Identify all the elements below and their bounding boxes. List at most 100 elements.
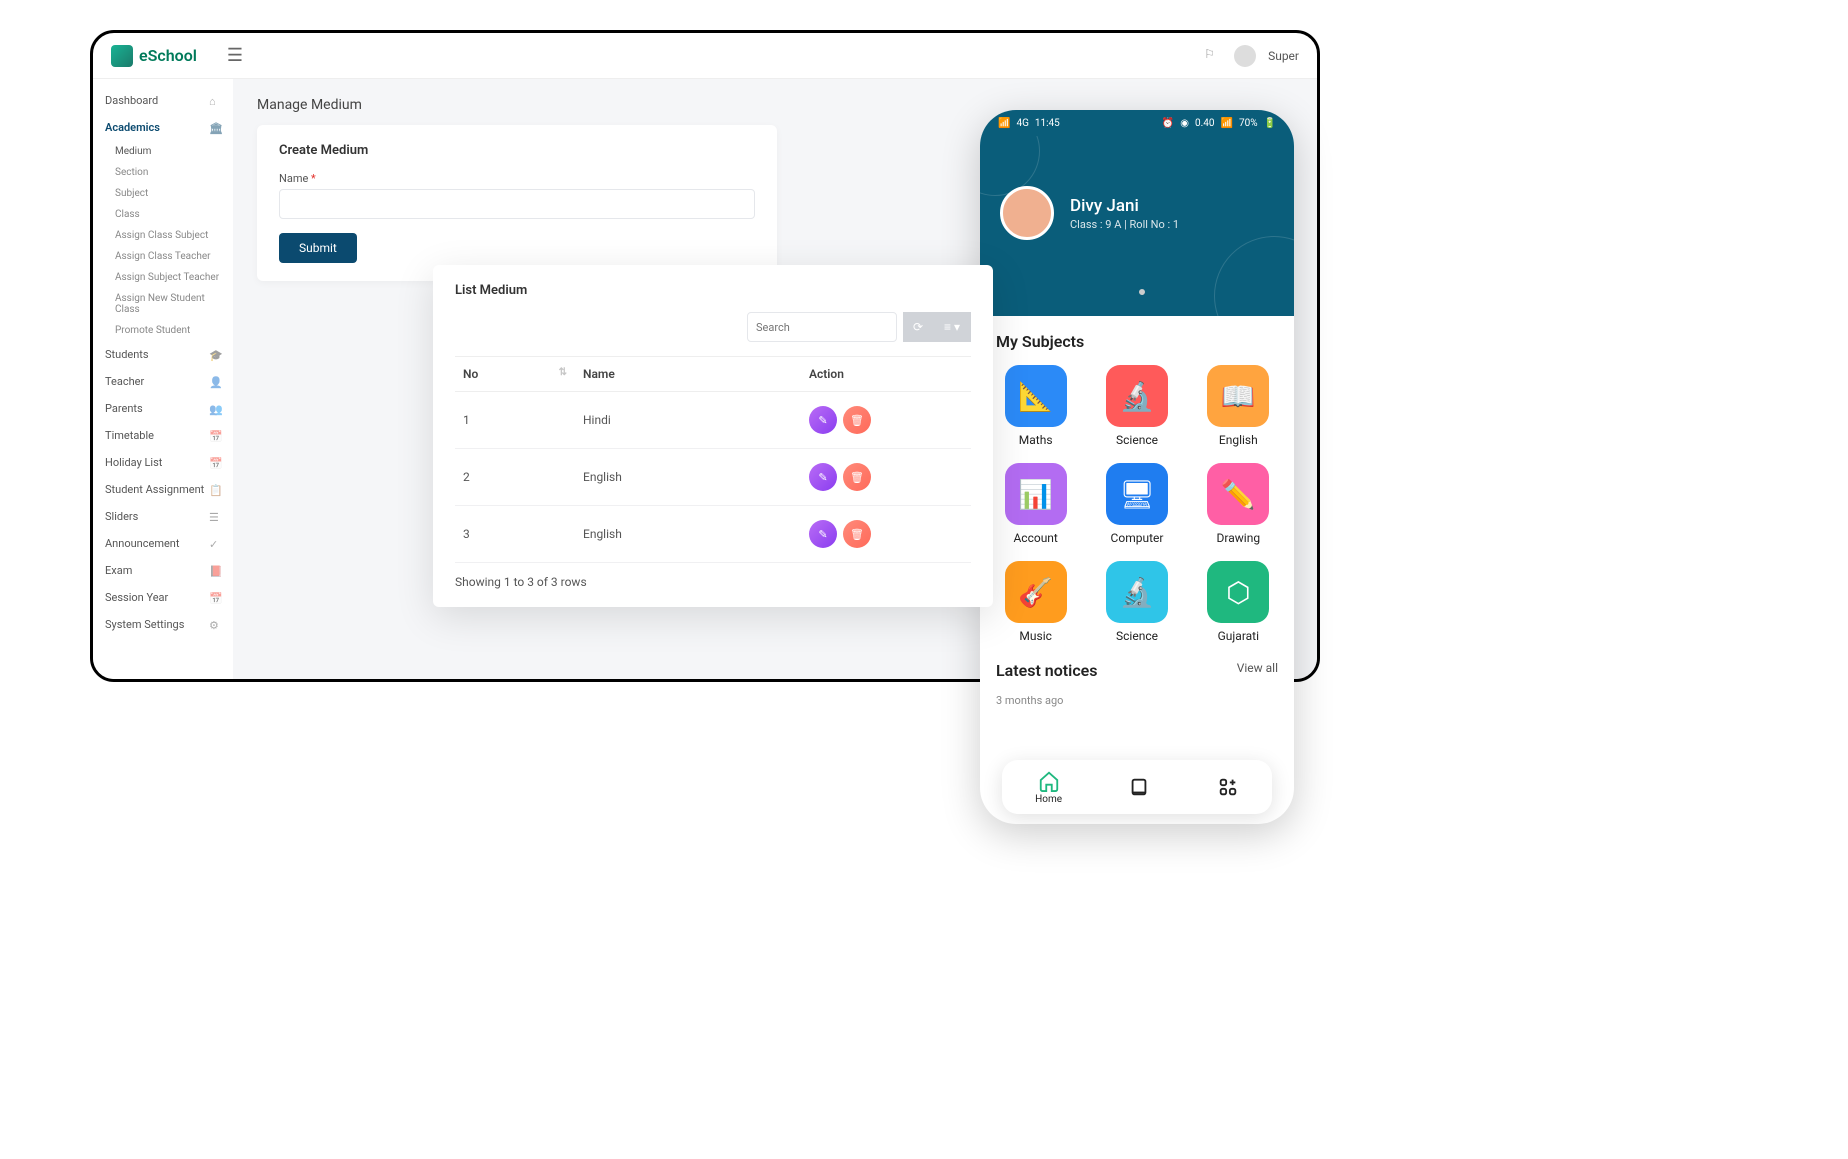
edit-button[interactable]: ✎ — [809, 406, 837, 434]
nav-icon: 👤 — [209, 376, 221, 388]
nav-icon: 📕 — [209, 565, 221, 577]
nav-icon: 📅 — [209, 457, 221, 469]
volte-icon: ◉ — [1180, 118, 1189, 129]
subject-tile[interactable]: 🔬Science — [1097, 561, 1176, 643]
building-icon: 🏛 — [209, 122, 221, 134]
grid-plus-icon — [1217, 776, 1239, 798]
sidebar-item[interactable]: Announcement✓ — [93, 530, 233, 557]
sidebar-sub-item[interactable]: Assign Class Teacher — [93, 246, 233, 267]
subject-tile[interactable]: 🎸Music — [996, 561, 1075, 643]
subject-label: Music — [1019, 629, 1051, 643]
sidebar-sub-item[interactable]: Assign Class Subject — [93, 225, 233, 246]
user-name: Super — [1268, 49, 1299, 63]
bottom-nav: Home — [1002, 760, 1272, 814]
sidebar-item-dashboard[interactable]: Dashboard ⌂ — [93, 87, 233, 114]
book-icon — [1128, 776, 1150, 798]
profile-meta: Class : 9 A | Roll No : 1 — [1070, 218, 1179, 231]
subject-tile[interactable]: ⬡Gujarati — [1199, 561, 1278, 643]
brand: eSchool — [111, 45, 197, 67]
mobile-status-bar: 📶 4G 11:45 ⏰ ◉ 0.40 📶 70% 🔋 — [980, 110, 1294, 136]
submit-button[interactable]: Submit — [279, 233, 357, 263]
nav-icon: 🎓 — [209, 349, 221, 361]
nav-apps[interactable] — [1217, 776, 1239, 798]
profile-avatar[interactable] — [1000, 186, 1054, 240]
sidebar-item[interactable]: Holiday List📅 — [93, 449, 233, 476]
sidebar-label: Dashboard — [105, 94, 158, 107]
sidebar-sub-item[interactable]: Subject — [93, 183, 233, 204]
nav-library[interactable] — [1128, 776, 1150, 798]
home-icon: ⌂ — [209, 95, 221, 107]
delete-button[interactable]: 🗑 — [843, 463, 871, 491]
sidebar-sub-item[interactable]: Assign New Student Class — [93, 288, 233, 320]
subject-label: Gujarati — [1218, 629, 1259, 643]
sidebar-sub-item[interactable]: Medium — [93, 141, 233, 162]
name-input[interactable] — [279, 189, 755, 219]
subject-icon: 📐 — [1005, 365, 1067, 427]
network-4g: 4G — [1016, 118, 1028, 129]
subject-label: English — [1219, 433, 1258, 447]
subject-label: Science — [1116, 433, 1158, 447]
home-icon — [1038, 770, 1060, 792]
sidebar-item[interactable]: System Settings⚙ — [93, 611, 233, 638]
delete-button[interactable]: 🗑 — [843, 520, 871, 548]
wifi-icon: 📶 — [1221, 118, 1233, 129]
sidebar-item[interactable]: Session Year📅 — [93, 584, 233, 611]
flag-icon[interactable]: ⚐ — [1204, 47, 1222, 65]
subject-tile[interactable]: ✏️Drawing — [1199, 463, 1278, 545]
nav-home[interactable]: Home — [1035, 770, 1062, 805]
subject-tile[interactable]: 📊 Account — [996, 463, 1075, 545]
col-name[interactable]: Name — [575, 357, 801, 392]
user-avatar[interactable] — [1234, 45, 1256, 67]
nav-icon: 📋 — [209, 484, 221, 496]
subject-tile[interactable]: 📖 English — [1199, 365, 1278, 447]
subject-tile[interactable]: 📐 Maths — [996, 365, 1075, 447]
columns-button[interactable]: ≡ ▾ — [933, 312, 971, 342]
subject-tile[interactable]: 🖥Computer — [1097, 463, 1176, 545]
sidebar-item[interactable]: Student Assignment📋 — [93, 476, 233, 503]
nav-icon: ☰ — [209, 511, 221, 523]
subject-icon: 🔬 — [1106, 365, 1168, 427]
delete-button[interactable]: 🗑 — [843, 406, 871, 434]
subject-tile[interactable]: 🔬 Science — [1097, 365, 1176, 447]
network-icon: 📶 — [998, 118, 1010, 129]
subject-icon: 📖 — [1207, 365, 1269, 427]
status-time: 11:45 — [1035, 118, 1060, 129]
sidebar-item[interactable]: Students🎓 — [93, 341, 233, 368]
subject-icon: 📊 — [1005, 463, 1067, 525]
subject-label: Maths — [1019, 433, 1053, 447]
subject-label: Science — [1116, 629, 1158, 643]
sidebar-sub-item[interactable]: Assign Subject Teacher — [93, 267, 233, 288]
sidebar-sub-item[interactable]: Promote Student — [93, 320, 233, 341]
battery-icon: 🔋 — [1264, 118, 1276, 129]
nav-icon: 👥 — [209, 403, 221, 415]
sidebar-item-academics[interactable]: Academics 🏛 — [93, 114, 233, 141]
edit-button[interactable]: ✎ — [809, 463, 837, 491]
nav-icon: ⚙ — [209, 619, 221, 631]
sidebar-item[interactable]: Parents👥 — [93, 395, 233, 422]
topbar: eSchool ☰ ⚐ Super — [93, 33, 1317, 79]
edit-button[interactable]: ✎ — [809, 520, 837, 548]
sidebar-sub-item[interactable]: Section — [93, 162, 233, 183]
sidebar-item[interactable]: Teacher👤 — [93, 368, 233, 395]
table-row: 2English✎🗑 — [455, 449, 971, 506]
subject-icon: ✏️ — [1207, 463, 1269, 525]
profile-name: Divy Jani — [1070, 196, 1179, 216]
profile-header: Divy Jani Class : 9 A | Roll No : 1 — [980, 136, 1294, 316]
subject-icon: 🖥 — [1106, 463, 1168, 525]
sidebar-item[interactable]: Timetable📅 — [93, 422, 233, 449]
refresh-button[interactable]: ⟳ — [903, 312, 933, 342]
alarm-icon: ⏰ — [1162, 118, 1174, 129]
sidebar: Dashboard ⌂ Academics 🏛 MediumSectionSub… — [93, 79, 233, 679]
sidebar-item[interactable]: Sliders☰ — [93, 503, 233, 530]
nav-icon: 📅 — [209, 430, 221, 442]
brand-name: eSchool — [139, 46, 197, 65]
subject-label: Account — [1013, 531, 1057, 545]
sidebar-sub-item[interactable]: Class — [93, 204, 233, 225]
hamburger-icon[interactable]: ☰ — [227, 45, 243, 66]
create-card-title: Create Medium — [279, 143, 755, 158]
sidebar-item[interactable]: Exam📕 — [93, 557, 233, 584]
speed-indicator: 0.40 — [1195, 118, 1215, 129]
view-all-link[interactable]: View all — [1237, 661, 1278, 675]
col-no[interactable]: No⇅ — [455, 357, 575, 392]
search-input[interactable] — [747, 312, 897, 342]
